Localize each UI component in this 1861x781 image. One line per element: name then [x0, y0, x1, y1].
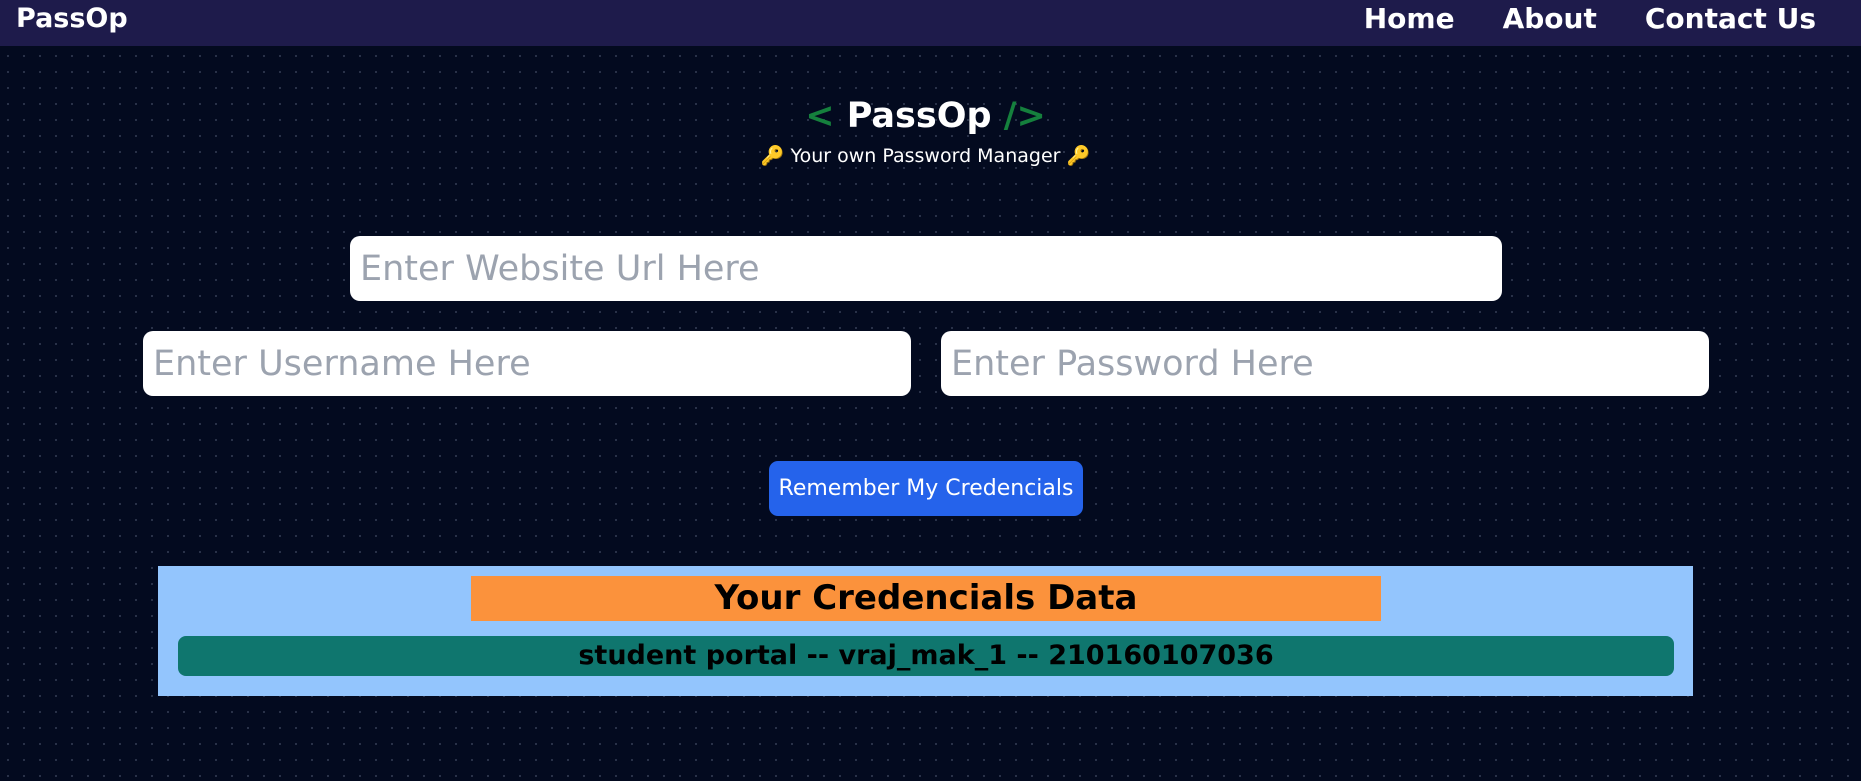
logo-word: PassOp — [846, 96, 992, 136]
key-icon: 🔑 — [1066, 145, 1091, 167]
credential-row[interactable]: student portal -- vraj_mak_1 -- 21016010… — [178, 636, 1674, 676]
navbar: PassOp Home About Contact Us — [0, 0, 1861, 46]
credentials-panel: Your Credencials Data student portal -- … — [158, 566, 1693, 696]
page-title: < PassOp /> — [0, 95, 1851, 137]
nav-links: Home About Contact Us — [1364, 3, 1816, 35]
tagline: 🔑 Your own Password Manager 🔑 — [0, 144, 1851, 168]
key-icon: 🔑 — [760, 145, 785, 167]
tagline-text: Your own Password Manager — [790, 145, 1061, 167]
brand-logo[interactable]: PassOp — [16, 4, 128, 34]
logo-close-bracket: /> — [1003, 96, 1046, 136]
remember-credentials-button[interactable]: Remember My Credencials — [769, 461, 1083, 516]
website-url-input[interactable] — [350, 236, 1502, 301]
logo-open-bracket: < — [805, 96, 835, 136]
password-input[interactable] — [941, 331, 1709, 396]
username-input[interactable] — [143, 331, 911, 396]
credentials-heading: Your Credencials Data — [471, 576, 1381, 621]
nav-link-home[interactable]: Home — [1364, 3, 1455, 35]
nav-link-contact-us[interactable]: Contact Us — [1645, 3, 1816, 35]
nav-link-about[interactable]: About — [1503, 3, 1597, 35]
